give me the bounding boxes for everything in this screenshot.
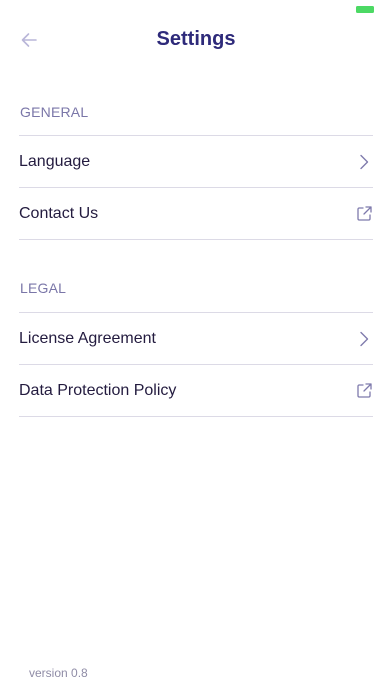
header: Settings [0, 22, 392, 60]
section-label-general: GENERAL [20, 104, 89, 120]
section-label-legal: LEGAL [20, 280, 67, 296]
settings-screen: Settings GENERAL Language Contact Us LEG… [0, 0, 392, 696]
divider [19, 416, 373, 417]
chevron-right-icon [356, 154, 372, 170]
app-version: version 0.8 [29, 666, 88, 680]
settings-item-label: Data Protection Policy [19, 381, 177, 399]
settings-item-label: License Agreement [19, 329, 156, 347]
page-title: Settings [156, 28, 236, 50]
settings-item-license-agreement[interactable]: License Agreement [0, 313, 392, 364]
settings-item-language[interactable]: Language [0, 136, 392, 187]
divider [19, 239, 373, 240]
settings-item-contact-us[interactable]: Contact Us [0, 188, 392, 239]
settings-item-label: Contact Us [19, 204, 99, 222]
settings-item-data-protection-policy[interactable]: Data Protection Policy [0, 365, 392, 416]
battery-indicator [356, 6, 374, 13]
external-link-icon [356, 206, 372, 222]
settings-item-label: Language [19, 152, 91, 170]
external-link-icon [356, 383, 372, 399]
chevron-right-icon [356, 331, 372, 347]
